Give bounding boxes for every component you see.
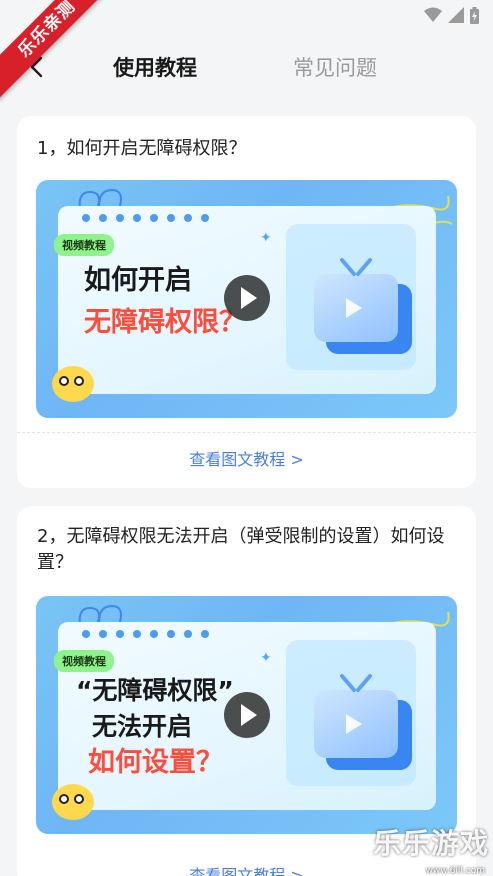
thumbnail-line-1: 如何开启: [84, 265, 192, 296]
sparkle-icon: ✦: [260, 650, 272, 666]
tab-tutorial[interactable]: 使用教程: [113, 52, 197, 82]
battery-icon: [470, 6, 479, 24]
tutorial-card: 1，如何开启无障碍权限？ 视频教程 如何开启 无障碍权限？ ✦ 查看图文教程 >: [17, 116, 476, 488]
dots-decoration: [82, 630, 209, 638]
watermark-url: www.6ill.com: [425, 866, 485, 876]
chick-mascot-icon: [52, 784, 94, 820]
thumbnail-line-1: “无障碍权限”: [76, 676, 234, 705]
play-button[interactable]: [224, 275, 270, 321]
question-title: 1，如何开启无障碍权限？: [37, 138, 247, 159]
question-title: 2，无障碍权限无法开启（弹受限制的设置）如何设置？: [37, 526, 445, 573]
signal-icon: [448, 7, 464, 23]
video-thumbnail[interactable]: 视频教程 “无障碍权限” 无法开启 如何设置？ ✦: [36, 596, 457, 834]
sparkle-icon: ✦: [260, 230, 272, 246]
thumbnail-line-2: 无障碍权限？: [84, 307, 246, 338]
tv-antenna-icon: [340, 258, 372, 276]
video-tag: 视频教程: [54, 234, 114, 256]
thumbnail-line-3: 如何设置？: [88, 747, 223, 778]
tv-antenna-icon: [340, 674, 372, 692]
view-graphic-tutorial-link[interactable]: 查看图文教程 >: [17, 862, 476, 876]
divider: [17, 432, 476, 433]
thumbnail-line-2: 无法开启: [92, 712, 193, 741]
tv-play-icon: [346, 298, 362, 318]
view-graphic-tutorial-link[interactable]: 查看图文教程 >: [17, 446, 476, 470]
top-bar: 使用教程 常见问题: [0, 34, 493, 98]
chick-mascot-icon: [52, 366, 94, 402]
dots-decoration: [82, 214, 209, 222]
video-tag: 视频教程: [54, 650, 114, 672]
video-thumbnail[interactable]: 视频教程 如何开启 无障碍权限？ ✦: [36, 180, 457, 418]
play-button[interactable]: [224, 692, 270, 738]
tab-faq[interactable]: 常见问题: [293, 52, 377, 82]
tutorial-card: 2，无障碍权限无法开启（弹受限制的设置）如何设置？ 视频教程 “无障碍权限” 无…: [17, 506, 476, 876]
watermark-bottom-right: 乐乐游戏: [372, 827, 489, 860]
wifi-icon: [424, 7, 442, 22]
tv-play-icon: [346, 714, 362, 734]
